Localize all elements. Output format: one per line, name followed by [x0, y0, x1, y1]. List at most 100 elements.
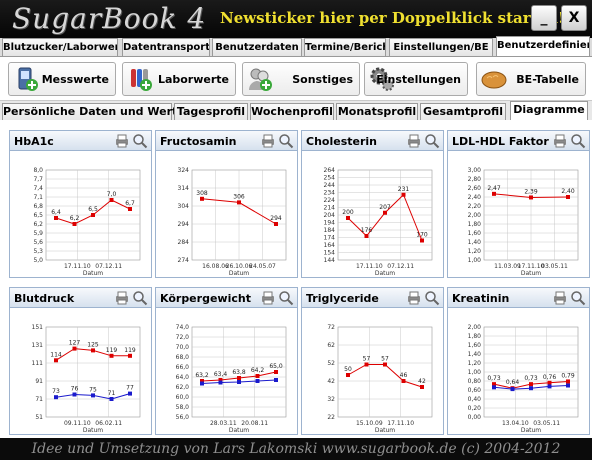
y-tick-label: 304 [178, 203, 190, 210]
data-point [529, 386, 533, 391]
app-logo: SugarBook 4 [12, 2, 207, 35]
print-icon[interactable] [406, 290, 422, 306]
zoom-icon[interactable] [570, 133, 586, 149]
be-tabelle-button[interactable]: BE-Tabelle [476, 62, 586, 96]
messwerte-button[interactable]: Messwerte [8, 62, 116, 96]
data-point [54, 395, 58, 400]
zoom-icon[interactable] [132, 133, 148, 149]
zoom-icon[interactable] [570, 290, 586, 306]
print-icon[interactable] [114, 290, 130, 306]
data-label: 63,2 [195, 372, 209, 379]
subtab-monatsprofil[interactable]: Monatsprofil [336, 103, 418, 121]
newsticker[interactable]: Newsticker hier per Doppelklick starten! [220, 9, 565, 27]
data-label: 2,39 [524, 188, 538, 195]
tab-benutzerdaten[interactable]: Benutzerdaten [212, 38, 302, 56]
zoom-icon[interactable] [278, 290, 294, 306]
data-label: 57 [381, 356, 389, 363]
data-point [566, 195, 570, 199]
chart-title: Blutdruck [14, 292, 75, 305]
y-tick-label: 2,20 [468, 203, 482, 210]
phone-meter-icon [18, 67, 38, 91]
data-point [255, 379, 260, 383]
subtab-tagesprofil[interactable]: Tagesprofil [174, 103, 248, 121]
sonstiges-button[interactable]: Sonstiges [242, 62, 360, 96]
data-point [200, 381, 204, 386]
data-point [510, 387, 515, 392]
line-chart: 2,00 1,80 1,60 1,40 1,20 1,00 0,80 0,60 0,40 0,20… [468, 324, 579, 434]
zoom-icon[interactable] [278, 133, 294, 149]
data-label: 170 [416, 232, 428, 239]
toolbar: Messwerte Laborwerte Sonstiges Einstellu… [0, 56, 592, 100]
data-label: 57 [363, 356, 371, 363]
subtab-gesamtprofil[interactable]: Gesamtprofil [420, 103, 506, 121]
x-tick-label: 24.05.07 [249, 263, 276, 270]
data-point [72, 392, 77, 397]
chart-panel-hba1c: HbA1c 8,0 7,7 7,4 7,1 6,8 6,5 6,2 5,9 5,6 5,3 5,0 17… [9, 130, 152, 278]
zoom-icon[interactable] [424, 290, 440, 306]
tab-datentransport[interactable]: Datentransport [122, 38, 210, 56]
y-tick-label: 1,00 [468, 257, 482, 264]
data-point [566, 379, 570, 384]
data-label: 63,8 [232, 369, 246, 376]
data-label: 231 [398, 186, 410, 193]
print-icon[interactable] [114, 133, 130, 149]
chart-panel-header: Körpergewicht [156, 288, 297, 308]
y-tick-label: 8,0 [33, 167, 43, 174]
close-button[interactable]: X [561, 5, 587, 31]
data-point [128, 207, 132, 211]
data-point [529, 382, 533, 387]
data-label: 6,4 [51, 209, 61, 216]
line-chart: 74,0 72,0 70,0 68,0 66,0 64,0 62,0 60,0 58,0 56,0… [176, 324, 287, 434]
y-tick-label: 164 [324, 242, 336, 249]
zoom-icon[interactable] [132, 290, 148, 306]
data-label: 114 [50, 351, 62, 358]
messwerte-label: Messwerte [41, 73, 109, 86]
data-point [54, 358, 58, 363]
y-tick-label: 244 [324, 182, 336, 189]
data-point [200, 196, 204, 201]
laborwerte-label: Laborwerte [157, 73, 229, 86]
x-tick-label: 13.04.10 [502, 420, 529, 427]
data-point [529, 195, 533, 200]
y-tick-label: 2,00 [468, 212, 482, 219]
y-tick-label: 314 [178, 185, 190, 192]
data-label: 119 [106, 347, 118, 354]
tab-benutzerdefiniert[interactable]: Benutzerdefiniert [496, 36, 590, 56]
minimize-button[interactable]: _ [531, 5, 557, 31]
data-label: 308 [196, 190, 208, 197]
x-tick-label: 03.05.11 [541, 263, 568, 270]
be-tabelle-label: BE-Tabelle [516, 73, 579, 86]
subtab-wochenprofil[interactable]: Wochenprofil [250, 103, 334, 121]
print-icon[interactable] [406, 133, 422, 149]
data-label: 65,0 [269, 363, 283, 370]
main-tab-bar: Blutzucker/Laborwerte Datentransport Ben… [0, 36, 592, 56]
data-point [237, 376, 241, 380]
chart-panel-blutdruck: Blutdruck 151 131 111 91 71 51 09.11.10 06.02.11… [9, 287, 152, 435]
print-icon[interactable] [552, 133, 568, 149]
subtab-persoenliche-daten[interactable]: Persönliche Daten und Werte [2, 103, 185, 121]
tab-blutzucker-laborwerte[interactable]: Blutzucker/Laborwerte [2, 38, 118, 56]
print-icon[interactable] [552, 290, 568, 306]
chart-panel-header: Fructosamin [156, 131, 297, 151]
data-point [91, 348, 95, 353]
y-tick-label: 1,80 [468, 333, 482, 340]
y-tick-label: 224 [324, 197, 336, 204]
y-tick-label: 194 [324, 220, 336, 227]
x-tick-label: 17.11.10 [387, 420, 414, 427]
tab-termine-berichte[interactable]: Termine/Berichte [304, 38, 386, 56]
chart-panel-header: Triglyceride [302, 288, 443, 308]
line-chart: 32431430429428427416.08.0626.10.0624.05.… [178, 167, 287, 277]
zoom-icon[interactable] [424, 133, 440, 149]
y-tick-label: 0,20 [468, 405, 482, 412]
data-label: 306 [233, 193, 245, 200]
y-tick-label: 64,0 [176, 374, 190, 381]
einstellungen-button[interactable]: Einstellungen [364, 62, 468, 96]
data-label: 294 [270, 215, 282, 222]
print-icon[interactable] [260, 133, 276, 149]
print-icon[interactable] [260, 290, 276, 306]
laborwerte-button[interactable]: Laborwerte [122, 62, 236, 96]
tab-einstellungen-be[interactable]: Einstellungen/BE [389, 38, 493, 56]
y-tick-label: 131 [32, 342, 44, 349]
y-tick-label: 254 [324, 175, 336, 182]
subtab-diagramme[interactable]: Diagramme [510, 101, 588, 121]
